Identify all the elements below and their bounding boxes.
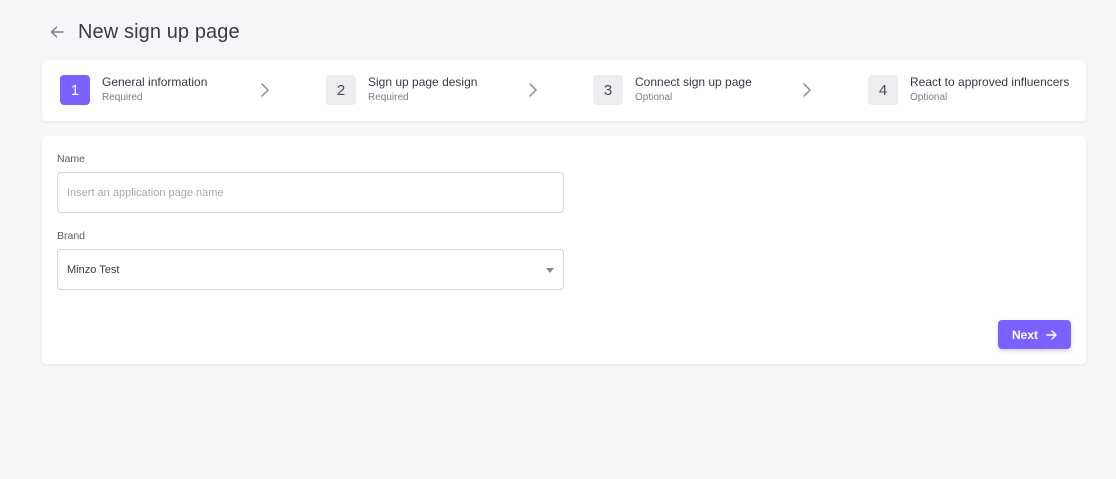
step-subtitle: Required [102,92,143,103]
chevron-right-icon [261,83,269,97]
step-number: 1 [60,75,90,105]
step-title: Sign up page design [368,75,478,89]
step-title: General information [102,75,208,89]
step-subtitle: Optional [635,92,673,103]
page-title: New sign up page [78,20,240,43]
next-button-label: Next [1011,327,1038,342]
step-title: Connect sign up page [635,75,752,89]
stepper: 1 General information Required 2 Sign up… [42,60,1086,121]
step-subtitle: Required [368,92,409,103]
general-information-form: Name Brand Minzo Test Next [42,136,1086,364]
brand-selected-value: Minzo Test [67,263,120,276]
next-button[interactable]: Next [998,320,1071,349]
chevron-right-icon [529,83,537,97]
arrow-left-icon [50,26,64,38]
step-sign-up-page-design[interactable]: 2 Sign up page design Required [326,75,477,105]
name-label: Name [57,153,86,165]
step-connect-sign-up-page[interactable]: 3 Connect sign up page Optional [593,75,752,105]
step-number: 3 [593,75,623,105]
caret-down-icon [546,268,554,273]
step-general-information[interactable]: 1 General information Required [60,75,207,105]
arrow-right-icon [1046,329,1057,340]
step-number: 4 [868,75,898,105]
step-subtitle: Optional [910,92,948,103]
chevron-right-icon [803,83,811,97]
page-header: New sign up page [48,18,240,46]
step-number: 2 [326,75,356,105]
name-input[interactable] [57,172,564,213]
back-button[interactable] [48,23,66,41]
step-title: React to approved influencers [910,75,1070,89]
brand-select[interactable]: Minzo Test [57,249,564,290]
step-react-to-approved-influencers[interactable]: 4 React to approved influencers Optional [868,75,1069,105]
brand-label: Brand [57,230,86,242]
